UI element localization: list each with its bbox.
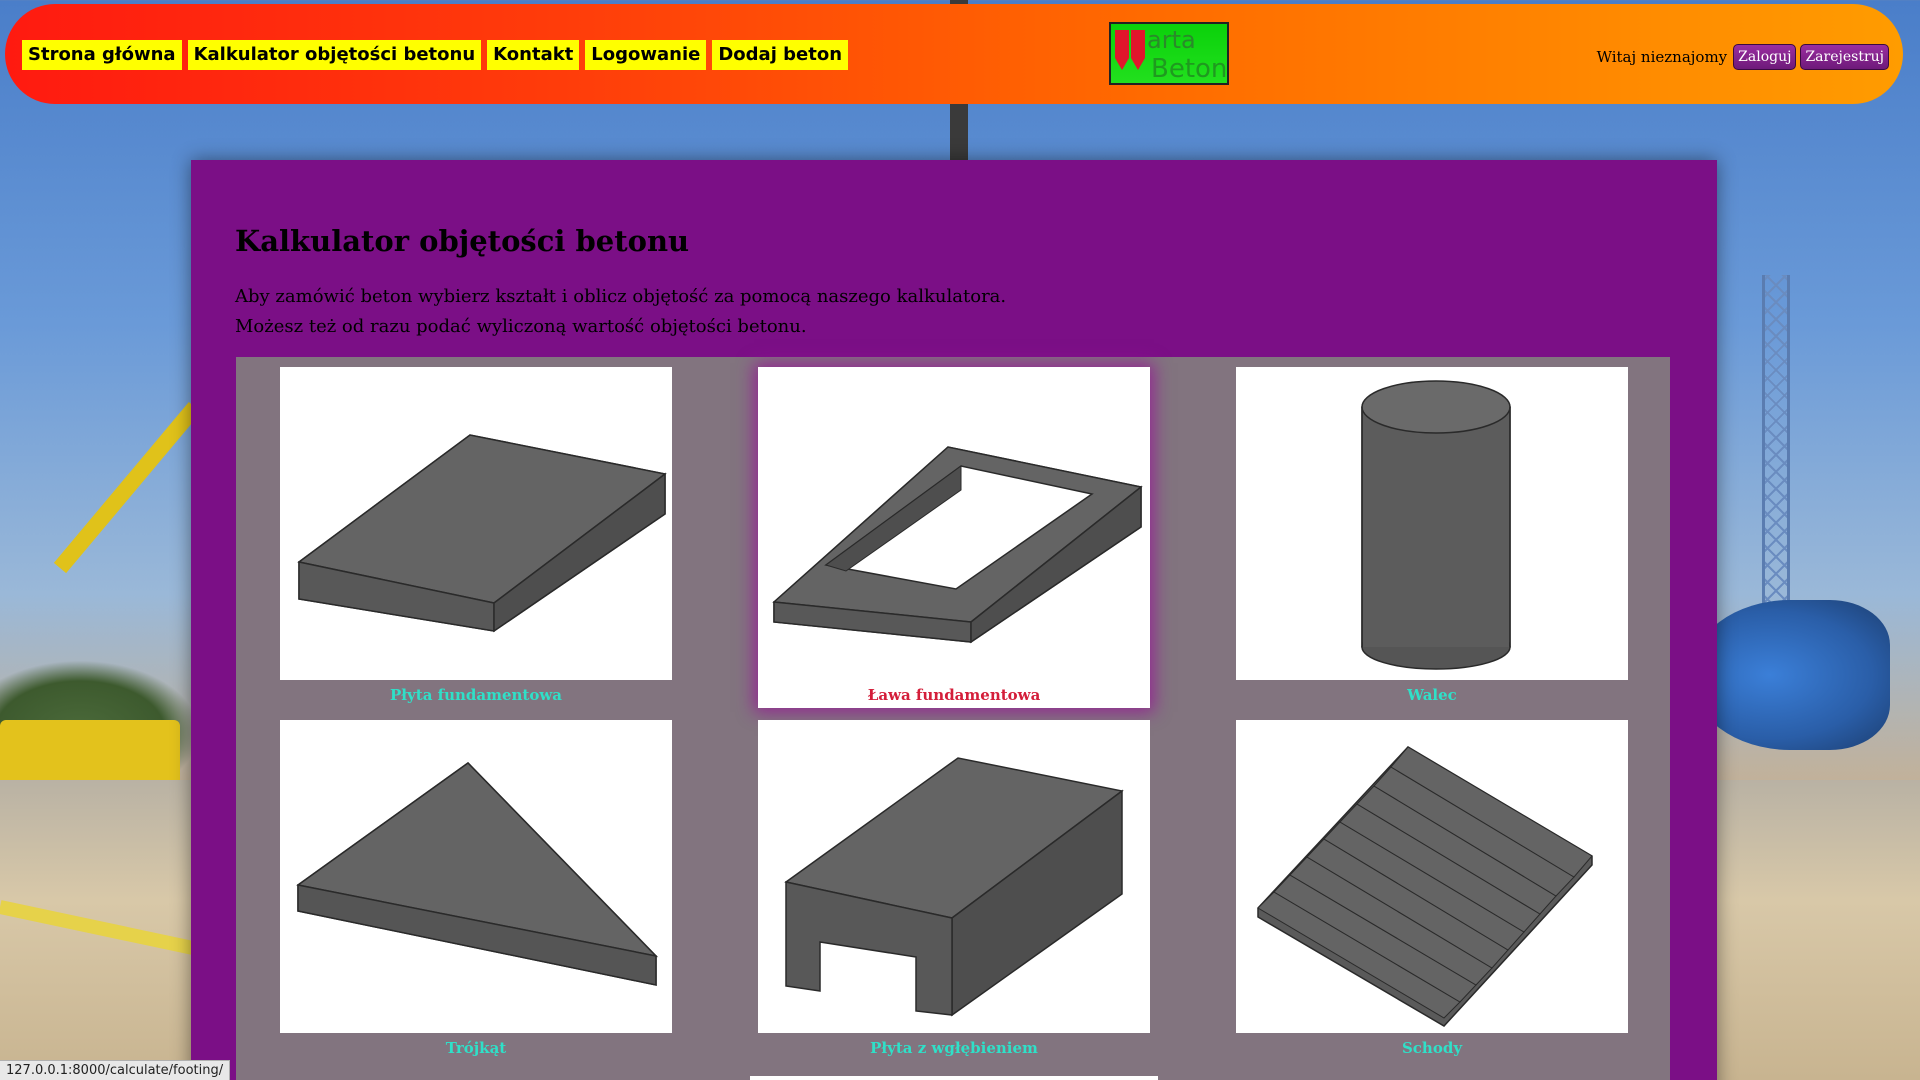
- nav-calculator[interactable]: Kalkulator objętości betonu: [187, 40, 482, 70]
- background-tower: [1762, 275, 1790, 615]
- shape-card-recessed-slab[interactable]: Płyta z wgłębieniem: [758, 720, 1150, 1057]
- nav-contact[interactable]: Kontakt: [487, 40, 580, 70]
- site-logo[interactable]: arta Beton: [1109, 22, 1229, 85]
- login-button[interactable]: Zaloguj: [1733, 44, 1797, 70]
- user-area: Witaj nieznajomy Zaloguj Zarejestruj: [1597, 44, 1889, 70]
- shape-label: Walec: [1407, 686, 1457, 704]
- header-bar: Strona główna Kalkulator objętości beton…: [5, 4, 1903, 104]
- nav-add-concrete[interactable]: Dodaj beton: [712, 40, 849, 70]
- nav-login[interactable]: Logowanie: [585, 40, 707, 70]
- shape-card-footing[interactable]: Ława fundamentowa: [758, 367, 1150, 708]
- logo-text-top: arta: [1147, 26, 1196, 54]
- intro-line-2: Możesz też od razu podać wyliczoną warto…: [235, 316, 807, 337]
- stairs-icon: [1236, 720, 1628, 1033]
- cylinder-icon: [1236, 367, 1628, 680]
- intro-text: Aby zamówić beton wybierz kształt i obli…: [235, 282, 1006, 342]
- shape-card-stairs[interactable]: Schody: [1236, 720, 1628, 1057]
- status-bar-url: 127.0.0.1:8000/calculate/footing/: [0, 1060, 231, 1080]
- shape-card-slab[interactable]: Płyta fundamentowa: [280, 367, 672, 704]
- shape-card-cylinder[interactable]: Walec: [1236, 367, 1628, 704]
- logo-text-bottom: Beton: [1151, 54, 1228, 84]
- shape-label: Płyta fundamentowa: [390, 686, 562, 704]
- shape-card-triangle[interactable]: Trójkąt: [280, 720, 672, 1057]
- main-nav: Strona główna Kalkulator objętości beton…: [22, 40, 849, 70]
- triangle-icon: [280, 720, 672, 1033]
- recessed-slab-icon: [758, 720, 1150, 1033]
- shape-label: Trójkąt: [445, 1039, 507, 1057]
- next-row-card-edge: [750, 1076, 1158, 1080]
- register-button[interactable]: Zarejestruj: [1800, 44, 1889, 70]
- intro-line-1: Aby zamówić beton wybierz kształt i obli…: [235, 286, 1007, 307]
- background-excavator-arm: [53, 401, 202, 574]
- page-title: Kalkulator objętości betonu: [235, 224, 690, 258]
- footing-icon: [758, 367, 1150, 680]
- greeting-text: Witaj nieznajomy: [1596, 48, 1728, 66]
- nav-home[interactable]: Strona główna: [22, 40, 182, 70]
- slab-icon: [280, 367, 672, 680]
- shape-grid: Płyta fundamentowa Ława fundamentowa Wal…: [236, 357, 1670, 1080]
- shape-label: Płyta z wgłębieniem: [870, 1039, 1038, 1057]
- background-concrete-mixer: [1690, 600, 1890, 750]
- calculator-panel: Kalkulator objętości betonu Aby zamówić …: [191, 160, 1717, 1080]
- logo-drop-icon: [1115, 30, 1129, 70]
- shape-label: Schody: [1401, 1039, 1463, 1057]
- shape-label: Ława fundamentowa: [867, 686, 1041, 704]
- logo-drop-icon: [1131, 30, 1145, 70]
